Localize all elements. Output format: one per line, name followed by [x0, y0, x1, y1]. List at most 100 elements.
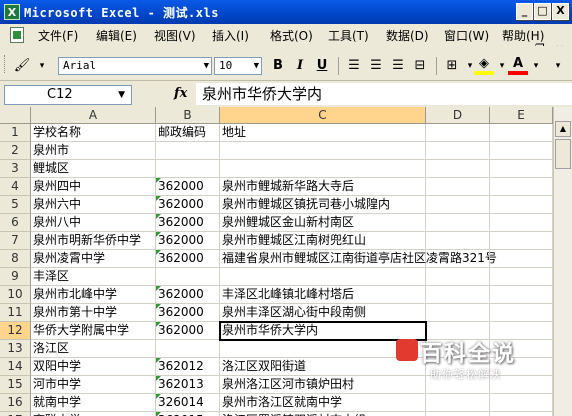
table-cell[interactable]: 就南中学 [31, 394, 156, 412]
menu-file[interactable]: 文件(F) [38, 27, 78, 44]
table-cell[interactable]: 362000 [156, 178, 220, 196]
toolbar-options-icon[interactable]: ▾ [32, 57, 52, 75]
row-header[interactable]: 10 [0, 286, 31, 304]
table-cell[interactable] [156, 142, 220, 160]
table-cell[interactable] [426, 286, 490, 304]
table-cell[interactable]: 洛江区罗溪镇双溪村杏内组 [220, 412, 426, 416]
table-cell[interactable] [490, 142, 553, 160]
table-cell[interactable]: 362000 [156, 250, 220, 268]
column-header-b[interactable]: B [156, 107, 220, 124]
table-cell[interactable] [426, 160, 490, 178]
chevron-down-icon[interactable]: ▼ [254, 58, 259, 74]
underline-button[interactable]: U [312, 57, 332, 75]
table-cell[interactable] [156, 268, 220, 286]
table-cell[interactable] [426, 304, 490, 322]
table-cell[interactable]: 362000 [156, 304, 220, 322]
row-header[interactable]: 9 [0, 268, 31, 286]
row-header[interactable]: 3 [0, 160, 31, 178]
table-cell[interactable]: 泉州市洛江区就南中学 [220, 394, 426, 412]
table-cell[interactable]: 泉州凌霄中学 [31, 250, 156, 268]
italic-button[interactable]: I [290, 57, 310, 75]
font-name-combo[interactable]: Arial ▼ [58, 57, 212, 75]
column-header-a[interactable]: A [31, 107, 156, 124]
bold-button[interactable]: B [268, 57, 288, 75]
table-cell[interactable]: 泉州六中 [31, 196, 156, 214]
workbook-icon[interactable] [10, 27, 24, 43]
menu-view[interactable]: 视图(V) [154, 27, 196, 44]
table-cell[interactable]: 362015 [156, 412, 220, 416]
table-cell[interactable]: 泉州市第十中学 [31, 304, 156, 322]
table-cell[interactable]: 362000 [156, 286, 220, 304]
table-cell[interactable] [490, 394, 553, 412]
table-cell[interactable]: 丰泽区 [31, 268, 156, 286]
table-cell[interactable] [426, 394, 490, 412]
minimize-button[interactable]: _ [516, 3, 533, 20]
chevron-down-icon[interactable]: ▼ [204, 58, 209, 74]
align-left-icon[interactable]: ☰ [344, 57, 364, 75]
fill-color-icon[interactable]: ◈ [474, 57, 494, 75]
format-painter-icon[interactable]: 🖌 [12, 57, 32, 75]
table-cell[interactable]: 奕聪中学 [31, 412, 156, 416]
table-cell[interactable] [490, 160, 553, 178]
table-cell[interactable]: 泉州市鲤城新华路大寺后 [220, 178, 426, 196]
table-cell[interactable]: 河市中学 [31, 376, 156, 394]
vertical-scrollbar[interactable]: ▲ [553, 107, 572, 416]
table-cell[interactable]: 326014 [156, 394, 220, 412]
table-cell[interactable]: 泉州市北峰中学 [31, 286, 156, 304]
table-cell[interactable]: 泉州鲤城区金山新村南区 [220, 214, 426, 232]
table-cell[interactable]: 362000 [156, 214, 220, 232]
table-cell[interactable] [490, 196, 553, 214]
name-box[interactable]: C12 ▼ [4, 85, 132, 105]
table-cell[interactable] [426, 178, 490, 196]
table-cell[interactable] [490, 286, 553, 304]
table-cell[interactable]: 鲤城区 [31, 160, 156, 178]
table-cell[interactable] [426, 232, 490, 250]
row-header[interactable]: 11 [0, 304, 31, 322]
table-cell[interactable] [490, 232, 553, 250]
row-header[interactable]: 8 [0, 250, 31, 268]
menu-data[interactable]: 数据(D) [386, 27, 429, 44]
row-header[interactable]: 15 [0, 376, 31, 394]
table-cell[interactable] [426, 250, 490, 268]
table-cell[interactable] [220, 268, 426, 286]
column-header-c[interactable]: C [220, 107, 426, 124]
insert-function-icon[interactable]: fx [174, 86, 187, 101]
table-cell[interactable]: 学校名称 [31, 124, 156, 142]
table-cell[interactable]: 362012 [156, 358, 220, 376]
table-cell[interactable] [490, 124, 553, 142]
table-cell[interactable]: 泉州市 [31, 142, 156, 160]
table-cell[interactable] [490, 268, 553, 286]
row-header[interactable]: 12 [0, 322, 31, 340]
row-header[interactable]: 14 [0, 358, 31, 376]
table-cell[interactable]: 362000 [156, 196, 220, 214]
row-header[interactable]: 6 [0, 214, 31, 232]
table-cell[interactable]: 福建省泉州市鲤城区江南街道亭店社区凌霄路321号 [220, 250, 497, 268]
table-cell[interactable]: 邮政编码 [156, 124, 220, 142]
table-cell[interactable] [220, 160, 426, 178]
table-cell[interactable] [156, 160, 220, 178]
table-cell[interactable]: 华侨大学附属中学 [31, 322, 156, 340]
table-cell[interactable]: 双阳中学 [31, 358, 156, 376]
scroll-thumb[interactable] [555, 139, 571, 169]
table-cell[interactable] [220, 142, 426, 160]
align-right-icon[interactable]: ☰ [388, 57, 408, 75]
table-cell[interactable] [426, 412, 490, 416]
table-cell[interactable]: 泉州四中 [31, 178, 156, 196]
chevron-down-icon[interactable]: ▼ [118, 86, 125, 104]
row-header[interactable]: 7 [0, 232, 31, 250]
row-header[interactable]: 17 [0, 412, 31, 416]
row-header[interactable]: 5 [0, 196, 31, 214]
borders-icon[interactable]: ⊞ [442, 57, 462, 75]
table-cell[interactable]: 362013 [156, 376, 220, 394]
toolbar-grip[interactable] [4, 55, 8, 73]
close-button[interactable]: X [552, 3, 569, 20]
scroll-up-icon[interactable]: ▲ [555, 121, 571, 137]
formula-input[interactable]: 泉州市华侨大学内 [196, 83, 572, 105]
select-all-corner[interactable] [0, 107, 31, 124]
table-cell[interactable] [426, 268, 490, 286]
table-cell[interactable] [426, 196, 490, 214]
table-cell[interactable]: 地址 [220, 124, 426, 142]
row-header[interactable]: 1 [0, 124, 31, 142]
table-cell[interactable]: 362000 [156, 322, 220, 340]
table-cell[interactable] [426, 214, 490, 232]
